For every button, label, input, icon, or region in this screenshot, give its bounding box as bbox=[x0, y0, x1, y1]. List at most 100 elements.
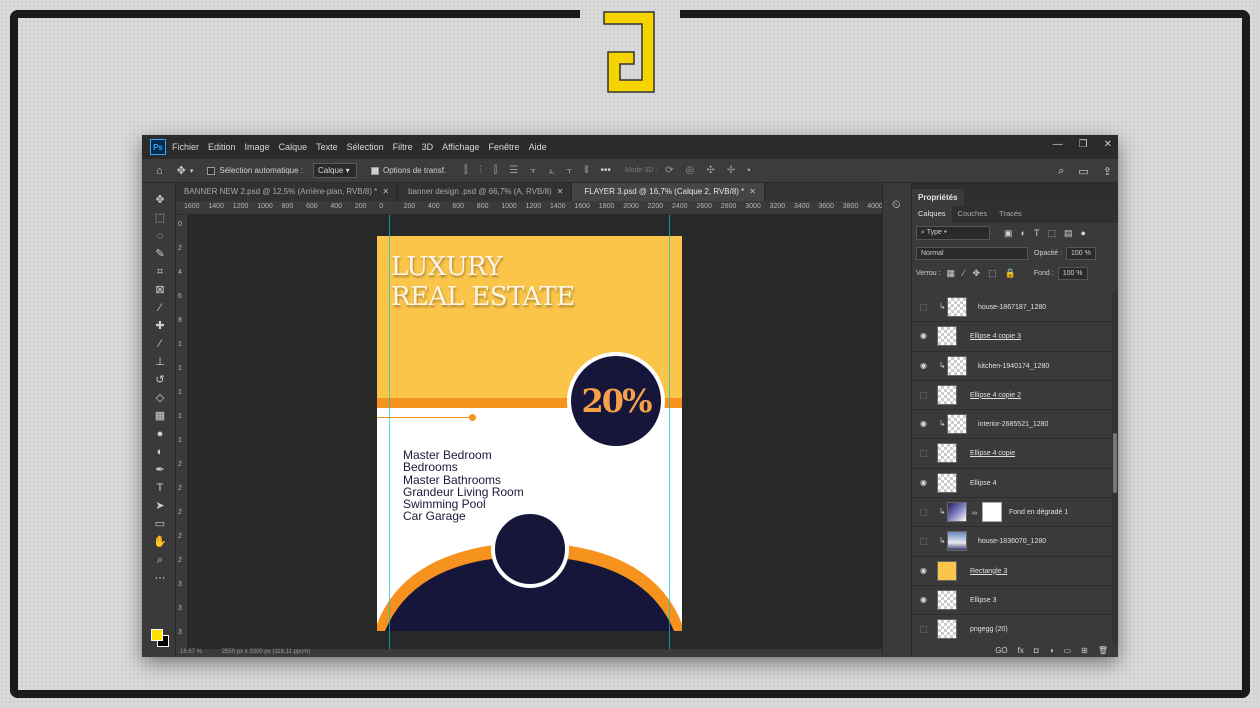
layer-mask-thumbnail[interactable] bbox=[982, 502, 1002, 523]
chevron-down-icon[interactable]: ▾ bbox=[190, 167, 194, 175]
eye-icon[interactable]: ◉ bbox=[920, 361, 930, 370]
lock-transparency-icon[interactable]: ▦ bbox=[947, 268, 956, 279]
lock-position-icon[interactable]: ✥ bbox=[973, 268, 981, 279]
adjustment-layer-icon[interactable]: ◑ bbox=[1049, 646, 1054, 655]
path-select-tool-icon[interactable]: ➤ bbox=[153, 499, 167, 513]
align-center-h-icon[interactable]: ⫶ bbox=[479, 165, 482, 176]
home-icon[interactable]: ⌂ bbox=[156, 165, 163, 177]
layer-row[interactable]: ◉ ↳ kitchen-1940174_1280 bbox=[912, 351, 1112, 381]
align-top-icon[interactable]: ⫟ bbox=[530, 165, 536, 176]
gradient-tool-icon[interactable]: ▦ bbox=[153, 409, 167, 423]
properties-tab[interactable]: Propriétés bbox=[912, 189, 964, 206]
eye-icon[interactable]: ◉ bbox=[920, 420, 930, 428]
orbit-3d-icon[interactable]: ⟳ bbox=[665, 165, 673, 176]
tab-couches[interactable]: Couches bbox=[952, 209, 994, 223]
align-middle-v-icon[interactable]: ⫠ bbox=[548, 165, 554, 176]
tab-flayer-3[interactable]: FLAYER 3.psd @ 16,7% (Calque 2, RVB/8) *… bbox=[572, 183, 765, 201]
rectangle-tool-icon[interactable]: ▭ bbox=[153, 517, 167, 531]
filter-adjust-icon[interactable]: ◐ bbox=[1021, 228, 1026, 239]
slide-3d-icon[interactable]: ✢ bbox=[727, 165, 735, 176]
filter-toggle-icon[interactable]: ● bbox=[1080, 228, 1085, 239]
layer-row[interactable]: ◉ Ellipse 4 copie 3 bbox=[912, 322, 1112, 352]
menu-aide[interactable]: Aide bbox=[529, 142, 547, 152]
layer-filter-dropdown[interactable]: ⌕ Type ▾ bbox=[916, 226, 990, 240]
quick-select-tool-icon[interactable]: ✎ bbox=[153, 247, 167, 261]
lock-artboard-icon[interactable]: ⬚ bbox=[988, 268, 997, 279]
layer-row[interactable]: pngegg (20) bbox=[912, 615, 1112, 645]
eye-hidden-icon[interactable] bbox=[920, 391, 927, 399]
layer-thumbnail[interactable] bbox=[937, 589, 957, 610]
eye-hidden-icon[interactable] bbox=[920, 538, 927, 546]
document-canvas[interactable]: LUXURY REAL ESTATE 20% Master Bedroom Be… bbox=[188, 215, 882, 649]
pan-3d-icon[interactable]: ✣ bbox=[706, 165, 714, 176]
eye-hidden-icon[interactable] bbox=[920, 304, 927, 311]
layer-row[interactable]: ◉ Ellipse 3 bbox=[912, 585, 1112, 616]
eye-hidden-icon[interactable] bbox=[920, 450, 927, 458]
history-brush-tool-icon[interactable]: ↺ bbox=[153, 373, 167, 387]
menu-image[interactable]: Image bbox=[245, 142, 270, 152]
menu-fichier[interactable]: Fichier bbox=[172, 142, 199, 152]
link-layers-icon[interactable]: GO bbox=[995, 646, 1007, 655]
lock-pixels-icon[interactable]: ∕ bbox=[963, 268, 965, 279]
history-panel-icon[interactable]: ⏲ bbox=[892, 199, 911, 212]
layer-thumbnail[interactable] bbox=[947, 531, 967, 552]
layer-row[interactable]: ↳ house-1836070_1280 bbox=[912, 527, 1112, 557]
tab-banner-design[interactable]: banner design .psd @ 66,7% (A, RVB/8) ✕ bbox=[398, 183, 573, 201]
transform-controls-checkbox[interactable] bbox=[371, 166, 379, 175]
eye-hidden-icon[interactable] bbox=[920, 626, 927, 634]
menu-selection[interactable]: Sélection bbox=[347, 142, 384, 152]
layer-row[interactable]: ◉ Rectangle 3 bbox=[912, 556, 1112, 586]
crop-tool-icon[interactable]: ⌗ bbox=[153, 265, 167, 279]
pen-tool-icon[interactable]: ✒ bbox=[153, 463, 167, 477]
tab-calques[interactable]: Calques bbox=[912, 204, 952, 223]
fx-icon[interactable]: fx bbox=[1018, 646, 1024, 655]
menu-calque[interactable]: Calque bbox=[279, 142, 308, 152]
align-left-icon[interactable]: ⫿ bbox=[464, 165, 467, 176]
guide-line-left[interactable] bbox=[389, 215, 390, 649]
align-right-icon[interactable]: ⫿ bbox=[494, 165, 497, 176]
menu-affichage[interactable]: Affichage bbox=[442, 142, 479, 152]
layer-row[interactable]: ◉ ↳ interior-2685521_1280 bbox=[912, 410, 1112, 440]
filter-shape-icon[interactable]: ⬚ bbox=[1047, 228, 1056, 239]
frame-tool-icon[interactable]: ⊠ bbox=[153, 283, 167, 297]
layer-row[interactable]: ↳ ∞ Fond en dégradé 1 bbox=[912, 498, 1112, 528]
layers-scrollbar[interactable] bbox=[1112, 293, 1118, 643]
type-tool-icon[interactable]: T bbox=[153, 481, 167, 495]
clone-stamp-tool-icon[interactable]: ⊥ bbox=[153, 355, 167, 369]
menu-fenetre[interactable]: Fenêtre bbox=[489, 142, 520, 152]
close-icon[interactable]: ✕ bbox=[1104, 139, 1112, 150]
layer-row[interactable]: ↳ house-1867187_1280 bbox=[912, 293, 1112, 323]
share-icon[interactable]: ⇪ bbox=[1103, 165, 1112, 178]
layer-thumbnail[interactable] bbox=[947, 414, 967, 435]
zoom-tool-icon[interactable]: ⌕ bbox=[153, 553, 167, 567]
guide-line-right[interactable] bbox=[669, 215, 670, 649]
move-tool-icon[interactable]: ✥ bbox=[153, 193, 167, 207]
more-options-icon[interactable]: ••• bbox=[600, 165, 611, 176]
menu-texte[interactable]: Texte bbox=[316, 142, 338, 152]
fill-input[interactable]: 100 % bbox=[1057, 266, 1088, 280]
blur-tool-icon[interactable]: ● bbox=[153, 427, 167, 441]
eye-icon[interactable]: ◉ bbox=[920, 595, 930, 604]
roll-3d-icon[interactable]: ◎ bbox=[686, 165, 695, 176]
distribute-v-icon[interactable]: ⫴ bbox=[584, 165, 588, 176]
layer-thumbnail[interactable] bbox=[937, 326, 957, 347]
layer-thumbnail[interactable] bbox=[947, 355, 967, 376]
tab-traces[interactable]: Tracés bbox=[993, 209, 1028, 223]
healing-brush-tool-icon[interactable]: ✚ bbox=[153, 319, 167, 333]
close-tab-icon[interactable]: ✕ bbox=[557, 187, 564, 196]
flyer-artboard[interactable]: LUXURY REAL ESTATE 20% Master Bedroom Be… bbox=[377, 236, 682, 631]
eye-icon[interactable]: ◉ bbox=[920, 332, 930, 340]
layer-thumbnail[interactable] bbox=[947, 297, 967, 317]
close-tab-icon[interactable]: ✕ bbox=[382, 187, 389, 196]
layer-row[interactable]: ◉ Ellipse 4 bbox=[912, 468, 1112, 499]
menu-filtre[interactable]: Filtre bbox=[393, 142, 413, 152]
layer-row[interactable]: Ellipse 4 copie bbox=[912, 439, 1112, 469]
layer-thumbnail[interactable] bbox=[947, 502, 967, 523]
eye-icon[interactable]: ◉ bbox=[920, 478, 930, 487]
lock-all-icon[interactable]: 🔒 bbox=[1005, 268, 1016, 279]
layer-row[interactable]: Ellipse 4 copie 2 bbox=[912, 380, 1112, 411]
move-tool-icon[interactable]: ✥ bbox=[177, 164, 186, 177]
eraser-tool-icon[interactable]: ◇ bbox=[153, 391, 167, 405]
layer-thumbnail[interactable] bbox=[937, 384, 957, 405]
eye-hidden-icon[interactable] bbox=[920, 509, 927, 517]
